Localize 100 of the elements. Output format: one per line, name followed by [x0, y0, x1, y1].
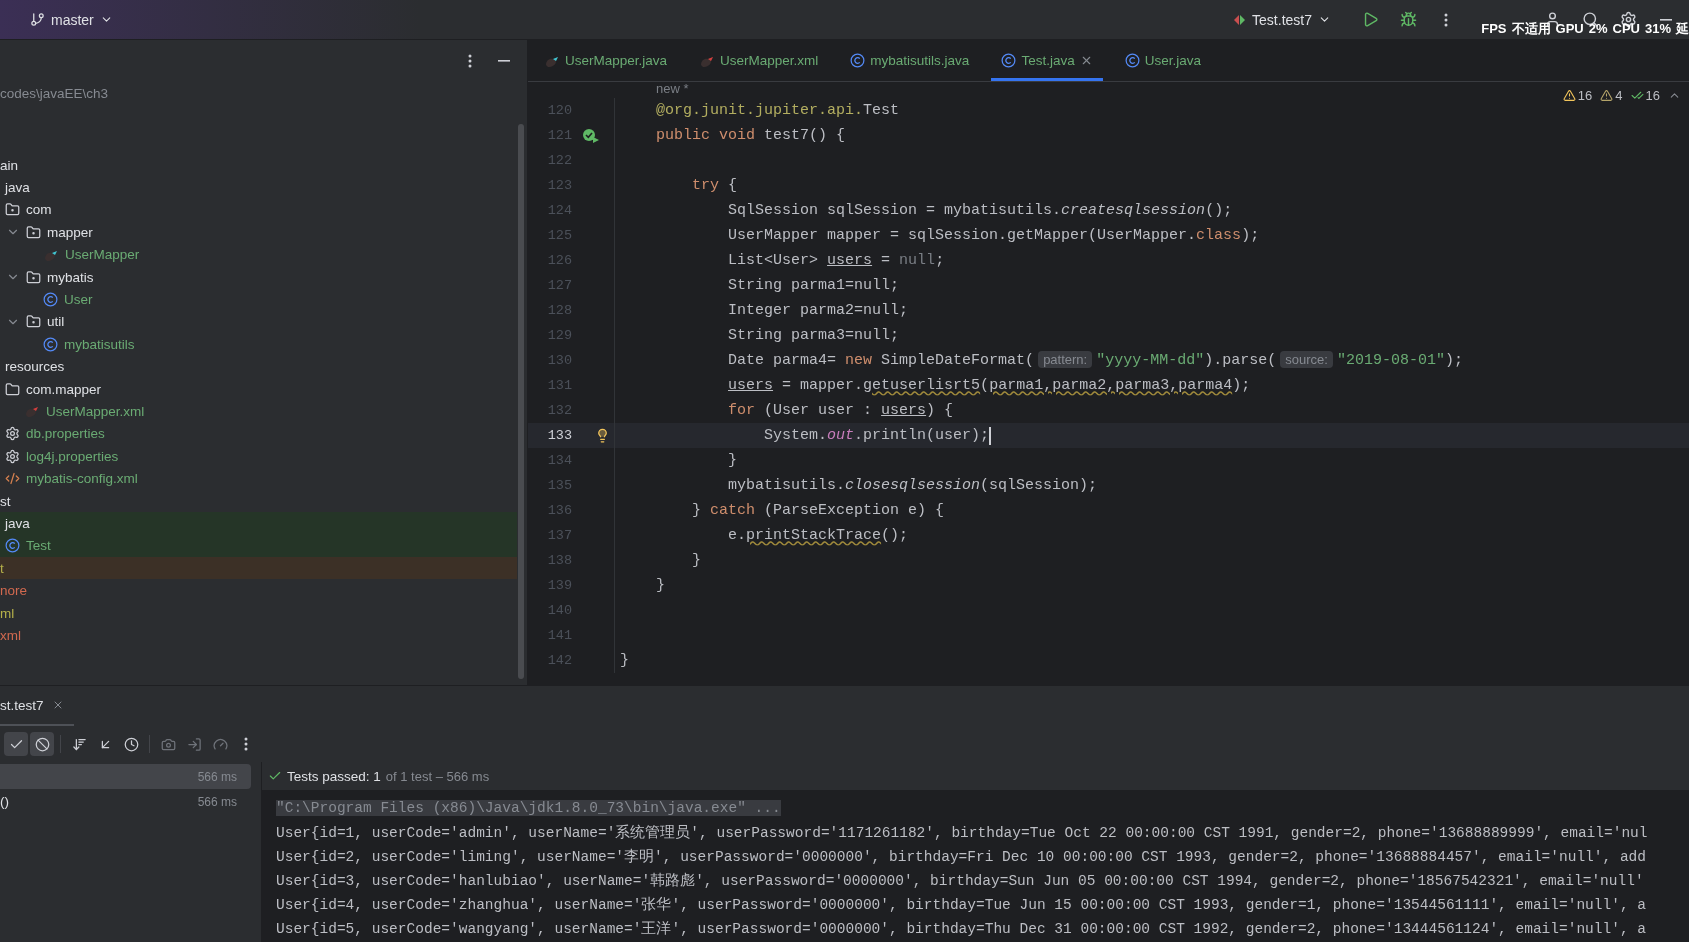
check-button[interactable] — [4, 732, 28, 756]
class-icon — [5, 538, 20, 554]
minimize-icon — [498, 60, 510, 62]
code-line: } catch (ParseException e) { — [691, 502, 945, 519]
scrollbar[interactable] — [518, 124, 524, 679]
class-icon — [43, 292, 58, 308]
performance-overlay-text: 不适用 — [1511, 20, 1551, 38]
branch-button[interactable]: master — [24, 7, 119, 32]
project-path: codes\javaEE\ch3 — [0, 85, 110, 103]
tree-item[interactable]: UserMapper.xml — [0, 400, 517, 423]
code-line: List<User> users = null; — [727, 252, 945, 269]
code-line: e.printStackTrace(); — [727, 527, 909, 544]
editor-tab[interactable]: UserMapper.xml — [689, 40, 829, 81]
class-icon — [43, 336, 58, 352]
tree-item[interactable]: nore — [0, 579, 517, 602]
tree-item[interactable]: t — [0, 557, 517, 580]
tree-item[interactable]: ain — [0, 154, 517, 177]
performance-overlay-text: CPU — [1612, 21, 1640, 36]
code-line: Date parma4= new SimpleDateFormat( pattern: "yyyy-MM-dd").parse( source: "2019-08-01"); — [727, 352, 1463, 369]
tree-item[interactable]: java — [0, 512, 517, 535]
clock-icon — [123, 736, 139, 752]
package-folder-icon — [26, 314, 41, 330]
lightbulb-icon[interactable] — [595, 428, 610, 443]
editor-tab[interactable]: Test.java — [991, 40, 1103, 81]
class-icon — [1124, 53, 1140, 68]
run-tab[interactable]: st.test7 — [0, 686, 74, 726]
tree-item[interactable]: db.properties — [0, 422, 517, 446]
gauge-icon — [212, 736, 228, 752]
console-line: User{id=1, userCode='admin', userName='系统管理员', userPassword='1171261182', birthday=Tue Oct 22 00:00:00 CST 1991, gender=2, phone='13688889999', email='nul — [276, 823, 1648, 842]
editor-tab[interactable]: UserMapper.java — [534, 40, 678, 81]
tree-item[interactable]: com — [0, 198, 517, 222]
more-icon — [244, 737, 248, 751]
tree-item[interactable]: ml — [0, 601, 517, 625]
bug-icon — [1399, 11, 1417, 28]
code-line: } — [727, 452, 738, 469]
tree-item[interactable]: mybatis-config.xml — [0, 467, 517, 490]
performance-overlay-text: 31% — [1644, 21, 1671, 36]
code-line: SqlSession sqlSession = mybatisutils.createsqlsession(); — [727, 202, 1233, 219]
test-result-row[interactable]: () 566 ms — [0, 789, 251, 814]
tree-item[interactable]: Test — [0, 534, 517, 558]
performance-overlay-text: 延 — [1676, 20, 1689, 38]
camera-icon — [160, 736, 176, 752]
package-folder-icon — [26, 269, 41, 285]
warning-icon — [1562, 89, 1576, 102]
console-line: User{id=2, userCode='liming', userName='李明', userPassword='0000000', birthday=Fri Dec 10 00:00:00 CST 1993, gender=2, phone='13688884457', email='null', add — [276, 847, 1647, 866]
warning-icon — [1600, 89, 1614, 102]
folder-icon — [5, 381, 20, 397]
code-line: public void test7() { — [655, 127, 846, 144]
tree-item[interactable]: util — [0, 310, 517, 334]
editor-tab[interactable]: mybatisutils.java — [840, 40, 980, 81]
performance-overlay-text: FPS — [1481, 21, 1507, 36]
more-icon — [1444, 12, 1448, 27]
code-line: String parma3=null; — [727, 327, 900, 344]
run-config-icon — [1232, 12, 1247, 27]
sort-icon — [71, 736, 87, 752]
line-number: 133 — [546, 428, 572, 443]
tree-item[interactable]: UserMapper — [0, 243, 517, 266]
inspection-count[interactable]: 16 — [1630, 88, 1660, 103]
code-icon — [5, 471, 20, 487]
tree-item[interactable]: java — [0, 176, 517, 199]
ban-icon — [34, 736, 50, 752]
import-icon — [186, 736, 202, 752]
branch-icon — [30, 12, 45, 27]
code-line: Integer parma2=null; — [727, 302, 909, 319]
tree-item[interactable]: mybatisutils — [0, 333, 517, 356]
ban-button[interactable] — [30, 732, 54, 756]
code-line: } — [655, 577, 666, 594]
inspection-count[interactable]: 4 — [1600, 88, 1623, 103]
tree-item[interactable]: st — [0, 489, 517, 513]
inspection-count[interactable]: 16 — [1562, 88, 1593, 103]
gear-icon — [5, 426, 20, 442]
gear-icon — [5, 448, 20, 464]
package-folder-icon — [5, 202, 20, 218]
tree-item[interactable]: User — [0, 288, 517, 311]
text-caret — [989, 426, 992, 445]
tree-item[interactable]: mybatis — [0, 265, 517, 289]
code-line: System.out.println(user); — [763, 427, 990, 444]
code-line: try { — [691, 177, 738, 194]
code-line: String parma1=null; — [727, 277, 900, 294]
run-config-button[interactable]: Test.test7 — [1226, 7, 1337, 32]
tree-item[interactable]: resources — [0, 355, 517, 378]
editor-tab[interactable]: User.java — [1114, 40, 1211, 81]
code-line: @org.junit.jupiter.api.Test — [655, 102, 900, 119]
class-icon — [1001, 53, 1017, 68]
tree-item[interactable]: log4j.properties — [0, 445, 517, 468]
more-icon — [468, 54, 472, 68]
code-line: UserMapper mapper = sqlSession.getMapper(UserMapper.class); — [727, 227, 1260, 244]
package-folder-icon — [26, 224, 41, 240]
tree-item[interactable]: xml — [0, 624, 517, 647]
test-status-label: Tests passed: 1 — [287, 768, 381, 784]
test-status-detail: of 1 test – 566 ms — [385, 768, 490, 784]
console-line: User{id=4, userCode='zhanghua', userName='张华', userPassword='0000000', birthday=Tue Jun 15 00:00:00 CST 1993, gender=1, phone='13544561111', email='null', a — [276, 895, 1647, 914]
minimize-icon — [1660, 18, 1672, 21]
tree-item[interactable]: com.mapper — [0, 377, 517, 401]
code-text: new * — [656, 82, 689, 98]
code-line: } — [691, 552, 702, 569]
run-passed-icon[interactable] — [582, 127, 600, 144]
double-check-icon — [1630, 89, 1644, 102]
tree-item[interactable]: mapper — [0, 221, 517, 244]
performance-overlay-text: GPU — [1555, 21, 1584, 36]
